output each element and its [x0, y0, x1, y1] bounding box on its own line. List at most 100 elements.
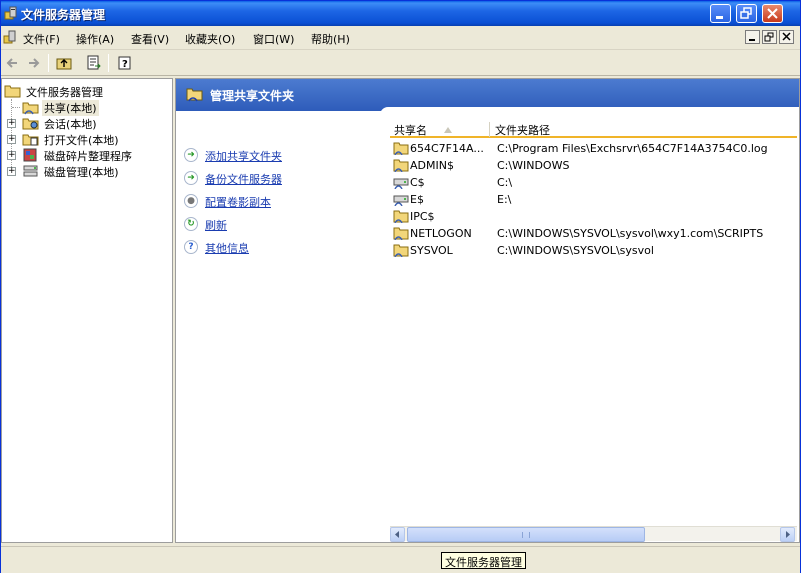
task-configure-shadow-copies-label[interactable]: 配置卷影副本	[205, 194, 271, 210]
tree-root[interactable]: 文件服务器管理	[4, 83, 169, 99]
menu-view[interactable]: 查看(V)	[131, 31, 169, 47]
table-row[interactable]: E$ E:\	[390, 191, 797, 208]
expand-toggle[interactable]: +	[7, 151, 16, 160]
forward-button[interactable]	[23, 53, 45, 73]
shared-folder-icon	[393, 210, 409, 223]
back-button[interactable]	[1, 53, 23, 73]
mdi-close-button[interactable]	[779, 30, 794, 44]
menu-favorites[interactable]: 收藏夹(O)	[185, 31, 235, 47]
help-document-icon: ?	[118, 56, 131, 70]
task-refresh-label[interactable]: 刷新	[205, 217, 227, 233]
folder-path: C:\WINDOWS	[497, 159, 570, 172]
expand-toggle[interactable]: +	[7, 167, 16, 176]
share-name: SYSVOL	[410, 244, 453, 257]
open-files-icon	[22, 134, 39, 146]
sessions-icon	[22, 118, 39, 130]
table-row[interactable]: SYSVOL C:\WINDOWS\SYSVOL\sysvol	[390, 242, 797, 259]
share-name: IPC$	[410, 210, 435, 223]
menu-file[interactable]: 文件(F)	[23, 31, 60, 47]
question-icon: ?	[184, 240, 198, 254]
tree-root-label: 文件服务器管理	[26, 86, 103, 99]
sort-ascending-icon	[444, 127, 452, 133]
svg-text:?: ?	[122, 59, 128, 70]
forward-arrow-icon	[29, 58, 40, 68]
scroll-right-button[interactable]	[780, 527, 795, 542]
scroll-grip	[522, 532, 530, 538]
arrow-right-icon	[786, 531, 790, 538]
folder-path: C:\Program Files\Exchsrvr\654C7F14A3754C…	[497, 142, 768, 155]
shared-folder-icon	[393, 142, 409, 155]
gray-disc-icon: ●	[184, 194, 198, 208]
shared-folder-icon	[22, 102, 39, 115]
details-pane: 管理共享文件夹 ➜ 添加共享文件夹 ➜ 备份文件服务器 ● 配置卷影副本 ↻ 刷…	[175, 78, 800, 543]
tree-item-disk-management-label: 磁盘管理(本地)	[44, 166, 119, 179]
task-more-info-label[interactable]: 其他信息	[205, 240, 249, 256]
minimize-button[interactable]	[710, 4, 731, 23]
arrow-left-icon	[395, 531, 399, 538]
menu-help[interactable]: 帮助(H)	[311, 31, 350, 47]
tree-item-disk-management[interactable]: 磁盘管理(本地)	[22, 163, 172, 179]
column-header-folder-path[interactable]: 文件夹路径	[491, 122, 797, 137]
table-row[interactable]: NETLOGON C:\WINDOWS\SYSVOL\sysvol\wxy1.c…	[390, 225, 797, 242]
tree-item-open-files[interactable]: 打开文件(本地)	[22, 131, 172, 147]
tree-item-shares-label: 共享(本地)	[42, 100, 99, 116]
column-header-share-name[interactable]: 共享名	[390, 122, 490, 137]
menu-window[interactable]: 窗口(W)	[253, 31, 294, 47]
task-backup-file-server-label[interactable]: 备份文件服务器	[205, 171, 282, 187]
defrag-icon	[23, 148, 37, 162]
share-name: 654C7F14A...	[410, 142, 484, 155]
minimize-icon	[749, 39, 755, 41]
tree-item-defrag-label: 磁盘碎片整理程序	[44, 150, 132, 163]
list-header: 共享名 文件夹路径	[390, 121, 797, 138]
toolbar-separator	[108, 54, 109, 72]
folder-up-icon	[56, 58, 72, 70]
menu-bar: 文件(F) 操作(A) 查看(V) 收藏夹(O) 窗口(W) 帮助(H)	[1, 26, 800, 50]
status-bar	[1, 546, 800, 573]
main-window: 文件服务器管理 文件(F) 操作(A) 查看(V) 收藏夹(O) 窗口(W) 帮…	[0, 0, 801, 573]
tree-item-shares[interactable]: 共享(本地)	[22, 99, 172, 116]
document-icon[interactable]	[3, 30, 17, 45]
shared-drive-icon	[393, 195, 409, 206]
menu-action[interactable]: 操作(A)	[76, 31, 114, 47]
share-name: E$	[410, 193, 424, 206]
toolbar-separator	[48, 54, 49, 72]
expand-toggle[interactable]: +	[7, 119, 16, 128]
column-header-folder-path-label: 文件夹路径	[495, 124, 550, 137]
disk-management-icon	[23, 165, 38, 177]
scroll-thumb[interactable]	[407, 527, 645, 542]
export-list-button[interactable]	[83, 53, 105, 73]
task-add-shared-folder-label[interactable]: 添加共享文件夹	[205, 148, 282, 164]
share-name: C$	[410, 176, 425, 189]
scroll-left-button[interactable]	[390, 527, 405, 542]
tree-item-defrag[interactable]: 磁盘碎片整理程序	[22, 147, 172, 163]
folder-path: C:\WINDOWS\SYSVOL\sysvol\wxy1.com\SCRIPT…	[497, 227, 764, 240]
table-row[interactable]: ADMIN$ C:\WINDOWS	[390, 157, 797, 174]
mdi-minimize-button[interactable]	[745, 30, 760, 44]
tree-item-sessions[interactable]: 会话(本地)	[22, 115, 172, 131]
restore-button[interactable]	[736, 4, 757, 23]
tooltip: 文件服务器管理	[441, 552, 526, 569]
file-server-icon	[4, 6, 17, 20]
tree-item-open-files-label: 打开文件(本地)	[44, 134, 119, 147]
console-tree: 文件服务器管理 共享(本地) + 会话(本地) + 打开文件(本地) + 磁盘碎…	[1, 78, 173, 543]
horizontal-scrollbar[interactable]	[390, 526, 797, 542]
column-header-share-name-label: 共享名	[394, 124, 427, 137]
green-arrow-icon: ➜	[184, 148, 198, 162]
expand-toggle[interactable]: +	[7, 135, 16, 144]
table-row[interactable]: 654C7F14A... C:\Program Files\Exchsrvr\6…	[390, 140, 797, 157]
mdi-restore-button[interactable]	[762, 30, 777, 44]
title-bar[interactable]: 文件服务器管理	[1, 1, 800, 26]
minimize-icon	[716, 16, 723, 19]
close-button[interactable]	[762, 4, 783, 23]
refresh-icon: ↻	[184, 217, 198, 231]
table-row[interactable]: C$ C:\	[390, 174, 797, 191]
table-row[interactable]: IPC$	[390, 208, 797, 225]
toolbar: ?	[1, 50, 800, 76]
shared-folder-icon	[393, 227, 409, 240]
banner-title: 管理共享文件夹	[210, 89, 295, 103]
up-one-level-button[interactable]	[53, 53, 75, 73]
help-button[interactable]: ?	[114, 53, 136, 73]
close-icon	[782, 32, 791, 41]
folder-path: C:\WINDOWS\SYSVOL\sysvol	[497, 244, 654, 257]
shared-drive-icon	[393, 178, 409, 189]
